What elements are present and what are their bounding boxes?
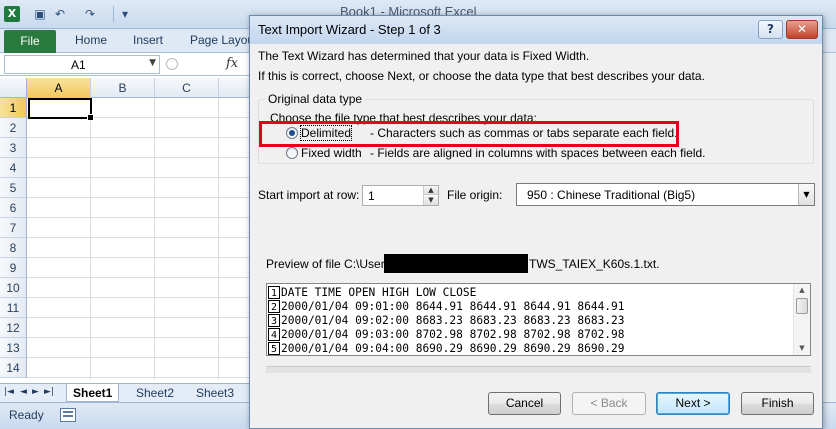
chevron-down-icon[interactable]: ▼ [798,184,814,205]
finish-button[interactable]: Finish [741,392,814,415]
row-header[interactable]: 5 [0,178,27,198]
preview-line-number: 2 [268,300,280,313]
radio-fixed-width-description: - Fields are aligned in columns with spa… [370,146,706,160]
sheet-tab-sheet2[interactable]: Sheet2 [130,384,180,402]
status-text: Ready [9,408,44,422]
close-button[interactable]: ✕ [786,20,818,39]
preview-line-number: 4 [268,328,280,341]
name-box-value: A1 [71,58,86,72]
row-header[interactable]: 6 [0,198,27,218]
row-header[interactable]: 11 [0,298,27,318]
next-sheet-icon[interactable]: ► [32,387,39,397]
preview-line: 2 2000/01/04 09:01:00 8644.91 8644.91 86… [267,300,787,314]
radio-fixed-width[interactable]: Fixed width - Fields are aligned in colu… [286,146,726,161]
row-header[interactable]: 2 [0,118,27,138]
start-row-spin-buttons: ▲ ▼ [423,186,438,205]
insert-function-icon[interactable]: fx [226,56,238,71]
spin-down-icon[interactable]: ▼ [424,196,438,205]
macro-record-icon[interactable] [60,408,76,422]
column-header-c[interactable]: C [155,78,219,98]
column-headers: A B C [0,78,250,98]
active-cell-a1[interactable] [28,98,94,121]
preview-line-number: 5 [268,342,280,355]
qat-separator [113,6,114,22]
preview-line-text: 2000/01/04 09:02:00 8683.23 8683.23 8683… [281,314,625,327]
preview-line: 3 2000/01/04 09:02:00 8683.23 8683.23 86… [267,314,787,328]
file-origin-select[interactable]: 950 : Chinese Traditional (Big5) ▼ [516,183,815,206]
preview-line-number: 1 [268,286,280,299]
preview-line: 1 DATE TIME OPEN HIGH LOW CLOSE [267,286,787,300]
back-button[interactable]: < Back [572,392,646,415]
cancel-button[interactable]: Cancel [488,392,561,415]
first-sheet-icon[interactable]: |◄ [4,387,14,397]
sheet-tab-sheet1[interactable]: Sheet1 [66,384,120,402]
preview-vertical-scrollbar[interactable]: ▲ ▼ [793,284,810,355]
preview-line: 5 2000/01/04 09:04:00 8690.29 8690.29 86… [267,342,787,355]
file-origin-label: File origin: [447,188,503,202]
last-sheet-icon[interactable]: ►| [44,387,54,397]
radio-fixed-width-button[interactable] [286,147,298,159]
scroll-up-icon[interactable]: ▲ [794,284,810,296]
preview-line-text: 2000/01/04 09:04:00 8690.29 8690.29 8690… [281,342,625,355]
preview-line-text: 2000/01/04 09:01:00 8644.91 8644.91 8644… [281,300,625,313]
dialog-title: Text Import Wizard - Step 1 of 3 [258,22,441,37]
start-row-spinner[interactable]: 1 ▲ ▼ [362,185,439,206]
preview-label-prefix: Preview of file C:\Users\ [266,257,395,271]
sheet-tab-sheet3[interactable]: Sheet3 [190,384,240,402]
select-all-corner[interactable] [0,78,27,98]
row-header[interactable]: 12 [0,318,27,338]
sheet-tab-bar: |◄ ◄ ► ►| Sheet1 Sheet2 Sheet3 [0,383,250,402]
row-header[interactable]: 8 [0,238,27,258]
name-box[interactable]: A1 ▼ [4,55,160,74]
row-header[interactable]: 3 [0,138,27,158]
customize-qat-icon[interactable]: ▾ [118,7,132,21]
excel-logo-icon: X [4,6,20,22]
column-header-a[interactable]: A [27,78,91,98]
column-header-b[interactable]: B [91,78,155,98]
save-icon[interactable]: ▣ [33,7,47,21]
intro-line-2: If this is correct, choose Next, or choo… [258,69,705,83]
file-preview-pane[interactable]: 1 DATE TIME OPEN HIGH LOW CLOSE 2 2000/0… [266,283,811,356]
file-origin-value: 950 : Chinese Traditional (Big5) [527,188,696,202]
preview-horizontal-scrollbar[interactable] [266,366,811,373]
tab-file[interactable]: File [4,30,56,53]
chevron-down-icon[interactable]: ▼ [149,58,156,68]
radio-fixed-width-label[interactable]: Fixed width [301,146,362,160]
cell-grid[interactable] [27,98,250,380]
help-button[interactable]: ? [758,20,783,39]
row-header[interactable]: 13 [0,338,27,358]
redo-icon[interactable]: ↷ [83,7,97,21]
tab-insert[interactable]: Insert [133,33,163,47]
scroll-thumb[interactable] [796,298,808,314]
red-highlight-box [259,121,679,147]
redacted-path-block [384,254,528,273]
preview-line: 4 2000/01/04 09:03:00 8702.98 8702.98 87… [267,328,787,342]
undo-icon[interactable]: ↶ [53,7,67,21]
preview-line-number: 3 [268,314,280,327]
formula-bar-circle-icon [166,58,178,70]
start-row-value[interactable]: 1 [368,189,375,203]
text-import-wizard-dialog: Text Import Wizard - Step 1 of 3 ? ✕ The… [249,15,823,429]
scroll-down-icon[interactable]: ▼ [794,342,810,354]
spin-up-icon[interactable]: ▲ [424,186,438,195]
row-header[interactable]: 1 [0,98,27,118]
row-header[interactable]: 7 [0,218,27,238]
row-header[interactable]: 14 [0,358,27,378]
preview-line-text: 2000/01/04 09:03:00 8702.98 8702.98 8702… [281,328,625,341]
row-header[interactable]: 10 [0,278,27,298]
row-header[interactable]: 9 [0,258,27,278]
group-title: Original data type [265,92,366,106]
prev-sheet-icon[interactable]: ◄ [20,387,27,397]
preview-line-text: DATE TIME OPEN HIGH LOW CLOSE [281,286,477,299]
intro-line-1: The Text Wizard has determined that your… [258,49,590,63]
start-row-label: Start import at row: [258,188,360,202]
next-button[interactable]: Next > [656,392,730,415]
dialog-titlebar[interactable]: Text Import Wizard - Step 1 of 3 ? ✕ [250,16,822,44]
tab-home[interactable]: Home [75,33,107,47]
preview-label-filename: TWS_TAIEX_K60s.1.txt. [529,257,660,271]
row-header[interactable]: 4 [0,158,27,178]
tab-page-layout[interactable]: Page Layou [190,33,254,47]
